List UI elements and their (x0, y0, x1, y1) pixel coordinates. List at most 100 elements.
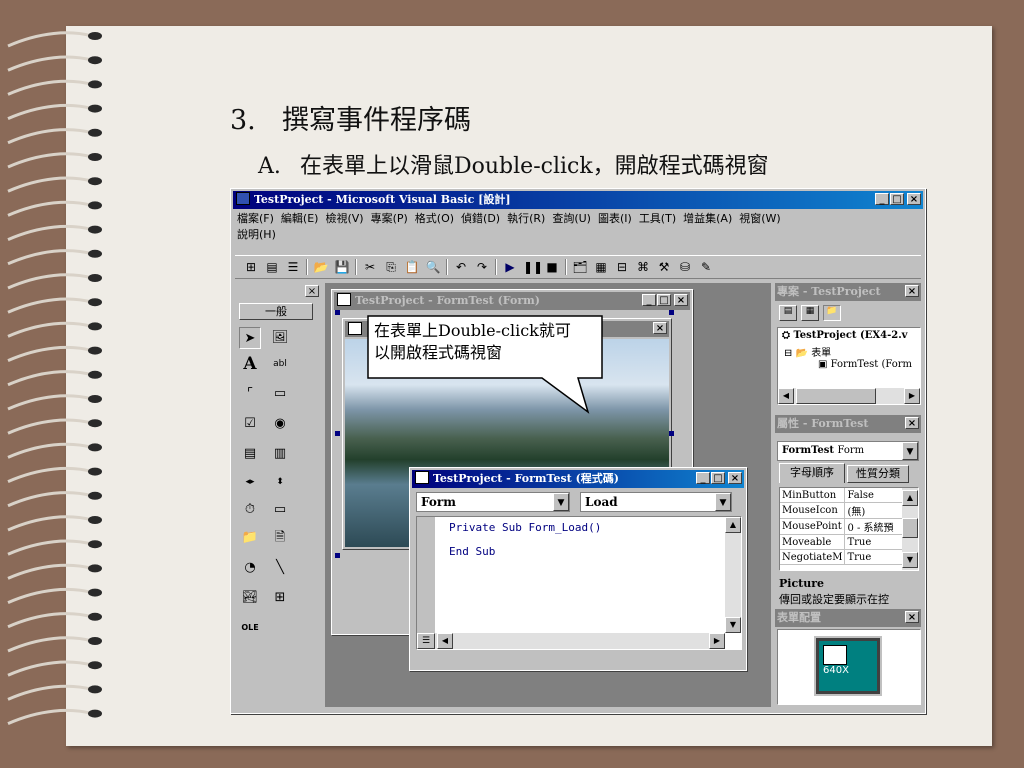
vb-title-bar[interactable]: TestProject - Microsoft Visual Basic [設計… (233, 191, 923, 209)
component-manager-icon[interactable]: ✎ (698, 260, 714, 275)
form-designer-title-bar[interactable]: TestProject - FormTest (Form) _ □ × (334, 292, 690, 310)
data-view-icon[interactable]: ⛁ (677, 260, 693, 275)
property-value[interactable]: (無) (844, 502, 909, 519)
tab-alphabetic[interactable]: 字母順序 (779, 463, 845, 483)
project-root-node[interactable]: ⛭ TestProject (EX4-2.v (782, 330, 908, 341)
toolbox-tab-general[interactable]: 一般 (239, 303, 313, 320)
menu-item[interactable]: 檔案(F) (237, 212, 274, 225)
menu-item[interactable]: 查詢(U) (552, 212, 591, 225)
open-icon[interactable]: 📂 (313, 260, 329, 275)
menu-item[interactable]: 專案(P) (371, 212, 408, 225)
properties-vscrollbar[interactable]: ▲ ▼ (902, 488, 918, 570)
picturebox-tool-icon[interactable]: 🖼 (269, 327, 291, 349)
toggle-folders-icon[interactable]: 📁 (823, 305, 841, 321)
project-explorer-close-button[interactable]: × (905, 285, 919, 297)
object-browser-icon[interactable]: ⌘ (635, 260, 651, 275)
resize-handle[interactable] (335, 553, 340, 558)
save-icon[interactable]: 💾 (334, 260, 350, 275)
pause-icon[interactable]: ❚❚ (523, 260, 543, 275)
menu-item[interactable]: 執行(R) (507, 212, 545, 225)
frame-tool-icon[interactable]: ⌜ (239, 383, 261, 405)
stop-icon[interactable]: ■ (544, 260, 560, 275)
line-tool-icon[interactable]: ╲ (269, 557, 291, 579)
formtest-node[interactable]: ▣ FormTest (Form (818, 359, 912, 370)
form-layout-title-bar[interactable]: 表單配置 × (775, 609, 921, 627)
code-close-button[interactable]: × (728, 472, 742, 484)
resize-handle[interactable] (669, 310, 674, 315)
textbox-tool-icon[interactable]: abl (269, 353, 291, 375)
commandbutton-tool-icon[interactable]: ▭ (269, 383, 291, 405)
menu-item[interactable]: 圖表(I) (598, 212, 632, 225)
menu-item[interactable]: 視窗(W) (739, 212, 780, 225)
image-tool-icon[interactable]: 🏞 (239, 587, 261, 609)
code-editor[interactable]: Private Sub Form_Load() End Sub ▲ ▼ ☰ ◀ … (416, 516, 742, 650)
timer-tool-icon[interactable]: ⏱ (239, 499, 261, 521)
form-minimize-button[interactable]: _ (642, 294, 656, 306)
view-code-icon[interactable]: ▤ (779, 305, 797, 321)
props-scroll-thumb[interactable] (902, 518, 918, 538)
run-icon[interactable]: ▶ (502, 260, 518, 275)
dirlistbox-tool-icon[interactable]: 📁 (239, 527, 261, 549)
listbox-tool-icon[interactable]: ▥ (269, 443, 291, 465)
tree-scroll-left-icon[interactable]: ◀ (778, 388, 794, 404)
properties-combo-arrow-icon[interactable]: ▼ (902, 442, 918, 460)
shape-tool-icon[interactable]: ◔ (239, 557, 261, 579)
tree-scroll-right-icon[interactable]: ▶ (904, 388, 920, 404)
properties-object-combo[interactable]: FormTest Form ▼ (777, 441, 919, 461)
properties-icon[interactable]: ▦ (593, 260, 609, 275)
add-project-icon[interactable]: ⊞ (243, 260, 259, 275)
procedure-view-icon[interactable]: ☰ (417, 633, 435, 649)
scroll-left-icon[interactable]: ◀ (437, 633, 453, 649)
scroll-up-icon[interactable]: ▲ (725, 517, 741, 533)
code-maximize-button[interactable]: □ (711, 472, 725, 484)
property-value[interactable]: True (844, 534, 909, 550)
redo-icon[interactable]: ↷ (474, 260, 490, 275)
project-tree-hscrollbar[interactable]: ◀ ▶ (778, 388, 920, 404)
procedure-combo[interactable]: Load ▼ (580, 492, 732, 512)
property-row[interactable]: Moveable True (780, 534, 909, 550)
property-value[interactable]: 0 - 系統預 (844, 518, 909, 535)
code-horizontal-scrollbar[interactable]: ☰ ◀ ▶ (417, 633, 725, 649)
code-minimize-button[interactable]: _ (696, 472, 710, 484)
toolbox-close-button[interactable]: × (305, 285, 319, 297)
menu-item[interactable]: 工具(T) (639, 212, 676, 225)
minimize-button[interactable]: _ (875, 193, 889, 205)
close-button[interactable]: × (907, 193, 921, 205)
label-tool-icon[interactable]: A (239, 353, 261, 375)
optionbutton-tool-icon[interactable]: ◉ (269, 413, 291, 435)
scroll-right-icon[interactable]: ▶ (709, 633, 725, 649)
data-tool-icon[interactable]: ⊞ (269, 587, 291, 609)
property-row[interactable]: MinButton False (780, 488, 909, 503)
menu-item[interactable]: 檢視(V) (325, 212, 363, 225)
menu-item[interactable]: 編輯(E) (281, 212, 319, 225)
menu-editor-icon[interactable]: ☰ (285, 260, 301, 275)
menu-item[interactable]: 格式(O) (415, 212, 454, 225)
forms-folder-node[interactable]: ⊟ 📂 表單 (784, 344, 831, 359)
drivelistbox-tool-icon[interactable]: ▭ (269, 499, 291, 521)
resize-handle[interactable] (335, 431, 340, 436)
ole-tool-icon[interactable]: OLE (239, 617, 261, 639)
tab-categorized[interactable]: 性質分類 (847, 465, 909, 483)
properties-close-button[interactable]: × (905, 417, 919, 429)
properties-title-bar[interactable]: 屬性 - FormTest × (775, 415, 921, 433)
form-maximize-button[interactable]: □ (657, 294, 671, 306)
toolbox-icon[interactable]: ⚒ (656, 260, 672, 275)
resize-handle[interactable] (335, 310, 340, 315)
object-combo[interactable]: Form ▼ (416, 492, 570, 512)
property-row[interactable]: MouseIcon (無) (780, 502, 909, 519)
undo-icon[interactable]: ↶ (453, 260, 469, 275)
checkbox-tool-icon[interactable]: ☑ (239, 413, 261, 435)
menu-item[interactable]: 偵錯(D) (461, 212, 500, 225)
object-combo-arrow-icon[interactable]: ▼ (553, 493, 569, 511)
form-close-button[interactable]: × (674, 294, 688, 306)
procedure-combo-arrow-icon[interactable]: ▼ (715, 493, 731, 511)
form-position-marker[interactable] (823, 645, 847, 665)
property-row[interactable]: NegotiateM True (780, 549, 909, 565)
project-explorer-title-bar[interactable]: 專案 - TestProject × (775, 283, 921, 301)
code-window-title-bar[interactable]: TestProject - FormTest (程式碼) _ □ × (412, 470, 744, 488)
hscrollbar-tool-icon[interactable]: ◂▸ (239, 471, 261, 493)
property-row[interactable]: MousePoint 0 - 系統預 (780, 518, 909, 535)
property-value[interactable]: True (844, 549, 909, 565)
project-explorer-icon[interactable]: 🗂 (572, 260, 588, 275)
pointer-tool-icon[interactable]: ➤ (239, 327, 261, 349)
